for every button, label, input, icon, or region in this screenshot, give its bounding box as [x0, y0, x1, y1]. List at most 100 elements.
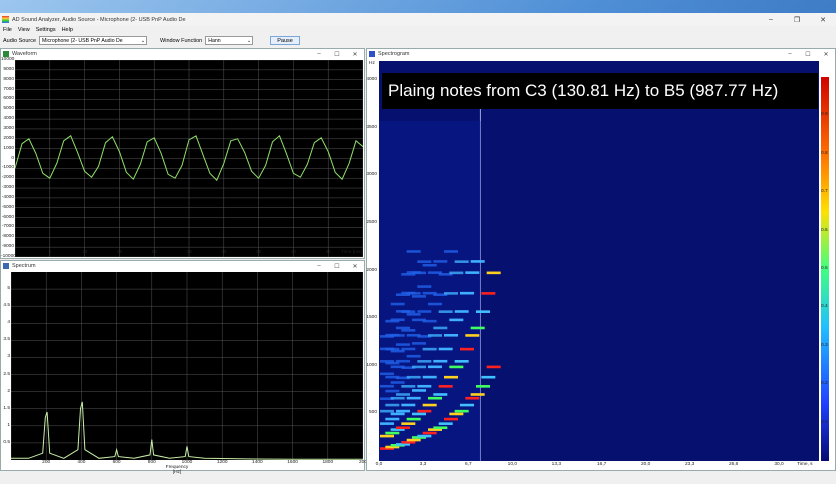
- y-tick-label: -10000: [1, 254, 16, 259]
- menu-help[interactable]: Help: [62, 27, 73, 33]
- y-tick-label: -5000: [1, 204, 14, 210]
- maximize-button[interactable]: ❐: [784, 16, 810, 24]
- spectrogram-note-mark: [406, 313, 421, 316]
- close-button[interactable]: ✕: [810, 16, 836, 24]
- spectrogram-note-mark: [412, 365, 426, 369]
- spectrogram-note-mark: [460, 347, 474, 351]
- menu-view[interactable]: View: [18, 27, 30, 33]
- spectrogram-note-mark: [422, 375, 437, 379]
- spectrogram-note-mark: [401, 329, 416, 332]
- spectrogram-note-mark: [422, 263, 437, 267]
- audio-source-select[interactable]: Microphone (2- USB PnP Audio De ⌄: [39, 36, 148, 45]
- maximize-button[interactable]: ☐: [328, 263, 346, 270]
- y-tick-label: -4000: [1, 194, 14, 200]
- y-tick-label: 0.5: [3, 439, 10, 445]
- x-tick-label: 30: [221, 250, 227, 255]
- x-tick-label: 1200: [216, 460, 228, 465]
- maximize-button[interactable]: ☐: [328, 51, 346, 58]
- spectrogram-note-mark: [401, 403, 416, 407]
- colorbar-tick-label: 0.2: [821, 381, 828, 387]
- spectrum-window: Spectrum – ☐ ✕ 5 4.5 4 3.5 3 2.5 2 1.5 1 0.5 200 4…: [0, 260, 367, 475]
- x-tick-label: 20,0: [640, 462, 651, 467]
- spectrogram-note-mark: [380, 422, 394, 425]
- menu-file[interactable]: File: [3, 27, 12, 33]
- spectrogram-note-mark: [454, 260, 469, 263]
- colorbar-tick-label: 0.9: [821, 112, 828, 118]
- spectrogram-note-mark: [444, 292, 458, 295]
- y-tick-label: -9000: [1, 244, 14, 250]
- spectrogram-note-mark: [433, 359, 448, 363]
- x-tick-label: 15: [116, 250, 123, 255]
- spectrogram-note-mark: [438, 347, 453, 351]
- x-tick-label: 23,3: [684, 462, 695, 467]
- waveform-chart: [14, 59, 364, 258]
- y-tick-label: 2: [7, 388, 10, 394]
- y-tick-label: -1000: [1, 165, 14, 171]
- x-tick-label: 26,6: [728, 462, 739, 467]
- spectrogram-note-mark: [444, 250, 458, 253]
- pause-button[interactable]: Pause: [270, 36, 300, 45]
- spectrogram-note-mark: [470, 260, 485, 263]
- colorbar-tick-label: 0.5: [821, 266, 828, 271]
- minimize-button[interactable]: –: [310, 263, 328, 269]
- spectrogram-note-mark: [406, 375, 421, 379]
- spectrogram-note-mark: [390, 412, 405, 416]
- spectrogram-note-mark: [412, 295, 426, 298]
- x-tick-label: 200: [42, 460, 51, 465]
- spectrogram-note-mark: [406, 354, 421, 358]
- x-tick-label: 600: [112, 460, 121, 465]
- x-tick-label: 1600: [287, 460, 298, 465]
- spectrogram-plot: [379, 61, 819, 461]
- app-icon: [2, 16, 9, 23]
- window-function-label: Window Function: [160, 37, 203, 44]
- spectrogram-note-mark: [433, 426, 448, 430]
- window-function-value: Hann: [208, 37, 221, 44]
- y-tick-label: 7000: [3, 86, 14, 92]
- close-button[interactable]: ✕: [817, 51, 835, 58]
- spectrogram-note-mark: [470, 326, 485, 330]
- spectrogram-note-mark: [417, 285, 432, 288]
- close-button[interactable]: ✕: [346, 263, 364, 270]
- y-tick-label: 3500: [366, 124, 377, 130]
- y-tick-label: 5: [7, 286, 10, 292]
- spectrogram-note-mark: [438, 310, 453, 313]
- window-function-select[interactable]: Hann ⌄: [205, 36, 254, 45]
- y-tick-label: 1.5: [3, 405, 10, 411]
- spectrogram-note-mark: [396, 426, 410, 430]
- x-tick-label: 30,0: [774, 462, 784, 467]
- maximize-button[interactable]: ☐: [799, 51, 817, 58]
- y-tick-label: 5000: [3, 106, 14, 112]
- x-tick-label: 40: [290, 250, 297, 255]
- y-tick-label: 6000: [3, 96, 14, 102]
- x-tick-label: 1400: [252, 460, 263, 465]
- y-tick-label: 1000: [3, 145, 14, 151]
- spectrogram-note-mark: [428, 334, 442, 337]
- close-button[interactable]: ✕: [346, 51, 364, 58]
- x-tick-label: 10: [81, 250, 88, 255]
- spectrogram-note-mark: [444, 375, 458, 379]
- waveform-window: Waveform – ☐ ✕ 10000 9000 8000 7000 6000 5000…: [0, 48, 365, 259]
- minimize-button[interactable]: –: [781, 51, 799, 57]
- spectrogram-note-mark: [417, 260, 432, 263]
- minimize-button[interactable]: –: [758, 16, 784, 23]
- y-tick-label: 2.5: [3, 371, 10, 377]
- spectrogram-note-mark: [449, 412, 464, 416]
- chevron-down-icon: ⌄: [140, 38, 146, 44]
- x-tick-label: 45: [325, 250, 331, 255]
- menu-settings[interactable]: Settings: [36, 27, 56, 33]
- spectrogram-note-mark: [428, 302, 442, 306]
- window-title: AD Sound Analyzer, Audio Source - Microp…: [12, 16, 186, 23]
- minimize-button[interactable]: –: [310, 51, 328, 57]
- spectrogram-note-mark: [481, 375, 496, 379]
- x-axis-label: Time [ms]: [341, 250, 362, 255]
- spectrogram-note-mark: [385, 431, 400, 435]
- spectrogram-note-mark: [385, 389, 400, 393]
- y-tick-label: -3000: [1, 185, 14, 191]
- spectrum-title: Spectrum: [12, 263, 36, 269]
- spectrogram-note-mark: [390, 396, 405, 400]
- spectrogram-note-mark: [396, 343, 410, 346]
- y-tick-label: 1500: [366, 315, 377, 321]
- spectrogram-note-mark: [486, 271, 501, 275]
- spectrogram-note-mark: [385, 403, 400, 407]
- spectrogram-note-mark: [396, 326, 410, 330]
